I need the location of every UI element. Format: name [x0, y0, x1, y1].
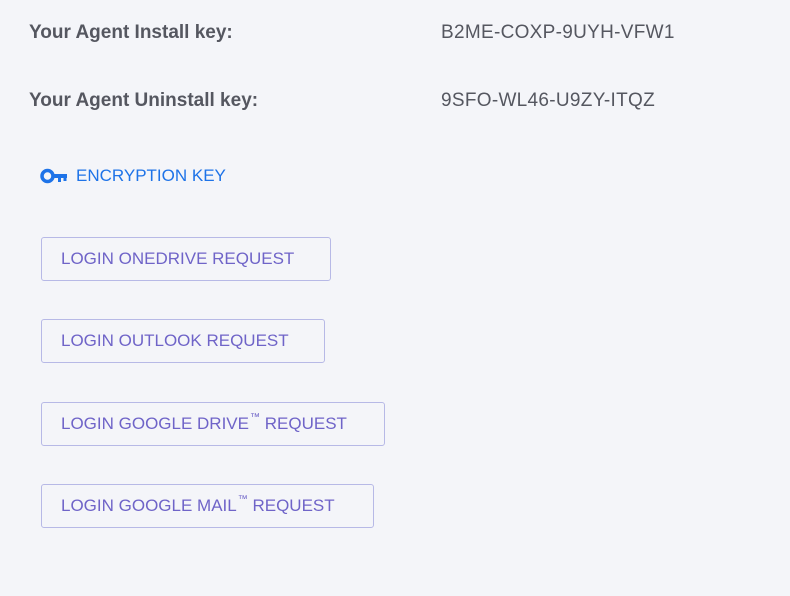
uninstall-key-row: Your Agent Uninstall key: 9SFO-WL46-U9ZY…	[29, 86, 769, 116]
install-key-label: Your Agent Install key:	[29, 22, 233, 43]
uninstall-key-value: 9SFO-WL46-U9ZY-ITQZ	[441, 90, 656, 111]
login-outlook-label: LOGIN OUTLOOK REQUEST	[61, 331, 289, 350]
trademark-symbol: ™	[250, 411, 260, 423]
install-key-row: Your Agent Install key: B2ME-COXP-9UYH-V…	[29, 18, 769, 48]
encryption-key-link[interactable]: ENCRYPTION KEY	[40, 163, 226, 189]
login-google-drive-request-button[interactable]: LOGIN GOOGLE DRIVE ™ REQUEST	[41, 402, 385, 446]
login-google-mail-request-button[interactable]: LOGIN GOOGLE MAIL ™ REQUEST	[41, 484, 374, 528]
login-google-drive-suffix: REQUEST	[264, 414, 347, 433]
encryption-key-label: ENCRYPTION KEY	[76, 166, 226, 185]
login-google-drive-label: LOGIN GOOGLE DRIVE	[61, 414, 249, 433]
login-google-mail-label: LOGIN GOOGLE MAIL	[61, 496, 237, 515]
login-onedrive-label: LOGIN ONEDRIVE REQUEST	[61, 249, 295, 268]
install-key-value: B2ME-COXP-9UYH-VFW1	[441, 22, 675, 43]
key-icon	[40, 168, 70, 184]
uninstall-key-label: Your Agent Uninstall key:	[29, 90, 259, 111]
login-google-mail-suffix: REQUEST	[252, 496, 335, 515]
login-outlook-request-button[interactable]: LOGIN OUTLOOK REQUEST	[41, 319, 325, 363]
login-onedrive-request-button[interactable]: LOGIN ONEDRIVE REQUEST	[41, 237, 331, 281]
trademark-symbol: ™	[237, 493, 248, 505]
